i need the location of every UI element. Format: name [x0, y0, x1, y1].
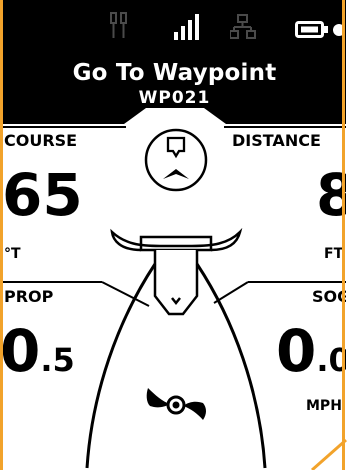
- sog-unit: MPH: [306, 398, 342, 414]
- propeller-icon: [146, 388, 206, 420]
- course-label: COURSE: [4, 131, 78, 150]
- sog-label: SOG: [312, 287, 346, 306]
- boat-bow: [110, 227, 243, 316]
- prop-value-int: 0: [0, 317, 41, 385]
- prop-label: PROP: [4, 287, 54, 306]
- distance-label: DISTANCE: [232, 131, 321, 150]
- sog-value-dec: .0: [316, 341, 346, 379]
- waypoint-compass: [144, 128, 208, 192]
- boat-diagram: [3, 108, 347, 470]
- course-unit: °T: [4, 246, 21, 262]
- prop-value-dec: .5: [40, 341, 75, 379]
- distance-value: 8: [316, 166, 346, 224]
- distance-unit: FT: [324, 246, 344, 262]
- sog-value: 0.0: [276, 322, 346, 380]
- course-value: 65: [2, 161, 83, 229]
- sog-value-int: 0: [276, 322, 317, 380]
- header-notch: [3, 108, 346, 128]
- corner-accent: [311, 438, 347, 470]
- prop-value: 0.5: [0, 322, 75, 380]
